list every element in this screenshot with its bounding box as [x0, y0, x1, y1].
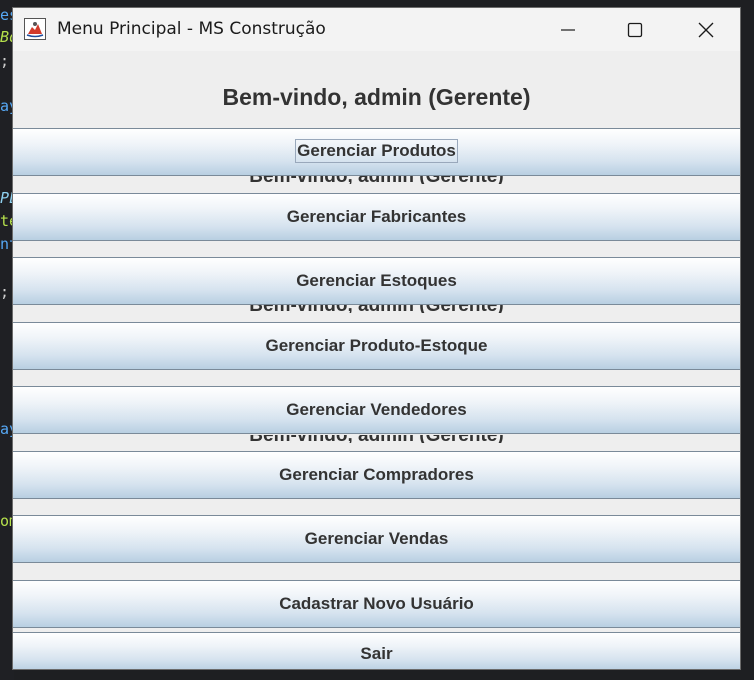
button-label: Gerenciar Produtos: [295, 139, 458, 164]
exit-button[interactable]: Sair: [13, 632, 740, 669]
code-fragment: ;: [0, 52, 10, 70]
main-menu-window: Menu Principal - MS Construção Bem-vindo…: [12, 7, 741, 670]
welcome-label: Bem-vindo, admin (Gerente): [222, 84, 531, 110]
title-bar[interactable]: Menu Principal - MS Construção: [13, 8, 740, 51]
rendering-artifact: Bem-vindo, admin (Gerente): [13, 176, 740, 184]
minimize-button[interactable]: [545, 8, 591, 51]
manage-stocks-button[interactable]: Gerenciar Estoques: [13, 257, 740, 305]
minimize-icon: [561, 29, 575, 31]
maximize-button[interactable]: [612, 8, 658, 51]
manage-buyers-button[interactable]: Gerenciar Compradores: [13, 451, 740, 499]
close-icon: [698, 22, 714, 38]
manage-manufacturers-button[interactable]: Gerenciar Fabricantes: [13, 193, 740, 241]
manage-product-stock-button[interactable]: Gerenciar Produto-Estoque: [13, 322, 740, 370]
close-button[interactable]: [683, 8, 729, 51]
java-app-icon: [24, 18, 46, 40]
manage-sales-button[interactable]: Gerenciar Vendas: [13, 515, 740, 563]
menu-content: Bem-vindo, admin (Gerente) Bem-vindo, ad…: [13, 51, 740, 669]
rendering-artifact: Bem-vindo, admin (Gerente): [13, 435, 740, 443]
maximize-icon: [627, 22, 643, 38]
register-user-button[interactable]: Cadastrar Novo Usuário: [13, 580, 740, 628]
manage-products-button[interactable]: Gerenciar Produtos: [13, 128, 740, 176]
manage-sellers-button[interactable]: Gerenciar Vendedores: [13, 386, 740, 434]
code-fragment: ;: [0, 283, 10, 301]
window-title: Menu Principal - MS Construção: [57, 19, 326, 39]
rendering-artifact: Bem-vindo, admin (Gerente): [13, 305, 740, 313]
